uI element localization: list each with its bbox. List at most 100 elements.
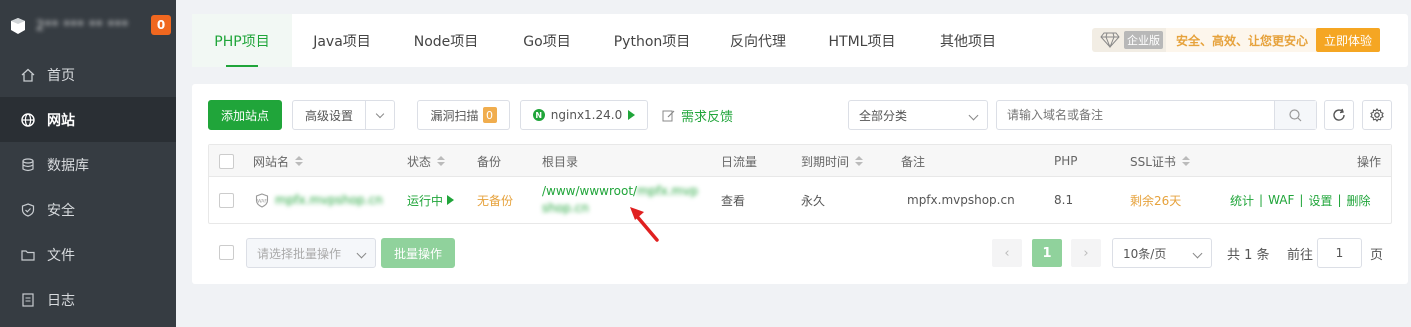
vuln-count-badge: 0 xyxy=(482,107,497,123)
root-blurred-2: shop.cn xyxy=(542,201,589,215)
settings-button[interactable] xyxy=(1362,100,1392,130)
tab-node[interactable]: Node项目 xyxy=(392,14,500,67)
goto-page-input[interactable] xyxy=(1317,238,1362,268)
sidebar-item-website[interactable]: 网站 xyxy=(0,97,176,142)
refresh-button[interactable] xyxy=(1324,100,1354,130)
col-label: 到期时间 xyxy=(801,154,850,169)
chevron-down-icon xyxy=(375,109,385,118)
project-tabs: PHP项目 Java项目 Node项目 Go项目 Python项目 反向代理 H… xyxy=(192,14,1408,67)
total-count: 共 1 条 xyxy=(1227,247,1270,263)
vuln-scan-button[interactable]: 漏洞扫描 0 xyxy=(417,100,510,130)
logo-icon xyxy=(11,18,25,34)
col-php: PHP xyxy=(1054,154,1078,168)
php-version-link[interactable]: 8.1 xyxy=(1054,177,1073,223)
notification-badge[interactable]: 0 xyxy=(151,15,171,35)
globe-icon xyxy=(21,112,35,127)
sort-icon xyxy=(855,156,864,166)
chevron-down-icon xyxy=(356,248,367,259)
tab-java[interactable]: Java项目 xyxy=(292,14,392,67)
tab-python[interactable]: Python项目 xyxy=(594,14,710,67)
expire-link[interactable]: 永久 xyxy=(801,177,825,223)
nginx-label: nginx1.24.0 xyxy=(550,108,623,122)
batch-select[interactable]: 请选择批量操作 xyxy=(246,238,376,268)
backup-link[interactable]: 无备份 xyxy=(477,177,513,223)
waf-shield-icon: WAF xyxy=(255,192,269,208)
sidebar-item-label: 安全 xyxy=(47,202,75,219)
status-toggle[interactable]: 运行中 xyxy=(407,177,455,223)
col-root-dir: 根目录 xyxy=(542,154,579,169)
feedback-label: 需求反馈 xyxy=(681,109,734,125)
site-name: mpfx.mvpshop.cn xyxy=(275,193,383,207)
col-status[interactable]: 状态 xyxy=(407,145,446,177)
site-panel: 添加站点 高级设置 漏洞扫描 0 N nginx1.24.0 需求反馈 全部分类 xyxy=(192,84,1408,284)
nginx-button[interactable]: N nginx1.24.0 xyxy=(520,100,648,130)
add-site-button[interactable]: 添加站点 xyxy=(208,100,282,130)
try-now-button[interactable]: 立即体验 xyxy=(1315,28,1380,52)
traffic-link[interactable]: 查看 xyxy=(721,177,745,223)
page-1-button[interactable]: 1 xyxy=(1032,239,1062,267)
delete-link[interactable]: 删除 xyxy=(1347,192,1371,209)
shield-icon xyxy=(21,202,35,217)
root-dir-link[interactable]: /www/wwwroot/mpfx.mvp shop.cn xyxy=(542,183,698,217)
sidebar-item-logs[interactable]: 日志 xyxy=(0,277,176,322)
table-header: 网站名 状态 备份 根目录 日流量 到期时间 备注 PHP SSL证书 操作 xyxy=(209,145,1391,177)
svg-text:WAF: WAF xyxy=(257,198,267,204)
prev-page-button[interactable]: ‹ xyxy=(992,239,1022,267)
enterprise-promo: 企业版 安全、高效、让您更安心 立即体验 xyxy=(1091,28,1380,52)
category-select[interactable]: 全部分类 xyxy=(848,100,988,130)
sort-icon xyxy=(1181,156,1190,166)
select-all-checkbox[interactable] xyxy=(219,145,234,177)
remark-cell[interactable]: mpfx.mvpshop.cn xyxy=(907,177,1015,223)
sidebar-item-database[interactable]: 数据库 xyxy=(0,142,176,187)
sort-icon xyxy=(295,156,304,166)
tab-reverse-proxy[interactable]: 反向代理 xyxy=(710,14,806,67)
tab-html[interactable]: HTML项目 xyxy=(806,14,918,67)
red-arrow-annotation xyxy=(630,207,659,242)
batch-action-button[interactable]: 批量操作 xyxy=(381,238,455,268)
col-site-name[interactable]: 网站名 xyxy=(253,145,304,177)
nginx-icon: N xyxy=(532,109,545,121)
root-blurred-1: mpfx.mvp xyxy=(637,184,698,198)
play-icon xyxy=(628,110,636,120)
chevron-down-icon xyxy=(968,110,979,121)
promo-text: 安全、高效、让您更安心 xyxy=(1165,28,1316,52)
folder-icon xyxy=(21,248,35,262)
chevron-left-icon: ‹ xyxy=(1004,245,1010,261)
sidebar-item-home[interactable]: 首页 xyxy=(0,52,176,97)
play-icon xyxy=(447,195,455,205)
col-backup: 备份 xyxy=(477,154,502,169)
feedback-link[interactable]: 需求反馈 xyxy=(662,100,733,130)
search-button[interactable] xyxy=(1274,101,1316,129)
col-label: 状态 xyxy=(407,154,432,169)
footer-select-all-checkbox[interactable] xyxy=(219,245,234,260)
col-ssl[interactable]: SSL证书 xyxy=(1130,145,1190,177)
page-size-select[interactable]: 10条/页 xyxy=(1112,238,1212,268)
advanced-settings-button[interactable]: 高级设置 xyxy=(292,100,366,130)
sidebar-item-label: 日志 xyxy=(47,292,75,309)
goto-label: 前往 xyxy=(1287,247,1314,263)
tab-go[interactable]: Go项目 xyxy=(500,14,594,67)
table-row: WAF mpfx.mvpshop.cn 运行中 无备份 /www/wwwroot… xyxy=(209,177,1391,223)
sidebar-item-label: 数据库 xyxy=(47,157,89,174)
col-remark: 备注 xyxy=(901,154,926,169)
enterprise-edition: 企业版 xyxy=(1091,28,1166,52)
settings-link[interactable]: 设置 xyxy=(1308,192,1332,209)
sort-icon xyxy=(437,156,446,166)
site-name-cell[interactable]: WAF mpfx.mvpshop.cn xyxy=(255,177,383,223)
next-page-button[interactable]: › xyxy=(1071,239,1101,267)
search-input[interactable] xyxy=(997,101,1274,129)
log-icon xyxy=(21,292,35,307)
sidebar-item-security[interactable]: 安全 xyxy=(0,187,176,232)
row-checkbox[interactable] xyxy=(219,177,234,223)
advanced-dropdown-button[interactable] xyxy=(365,100,395,130)
waf-link[interactable]: WAF xyxy=(1268,193,1294,207)
gear-icon xyxy=(1370,108,1384,122)
tab-php[interactable]: PHP项目 xyxy=(192,14,292,67)
edit-icon xyxy=(662,110,675,121)
category-value: 全部分类 xyxy=(859,108,908,123)
tab-other[interactable]: 其他项目 xyxy=(918,14,1018,67)
col-expire[interactable]: 到期时间 xyxy=(801,145,864,177)
stats-link[interactable]: 统计 xyxy=(1230,192,1254,209)
ssl-status-link[interactable]: 剩余26天 xyxy=(1130,177,1181,223)
sidebar-item-files[interactable]: 文件 xyxy=(0,232,176,277)
